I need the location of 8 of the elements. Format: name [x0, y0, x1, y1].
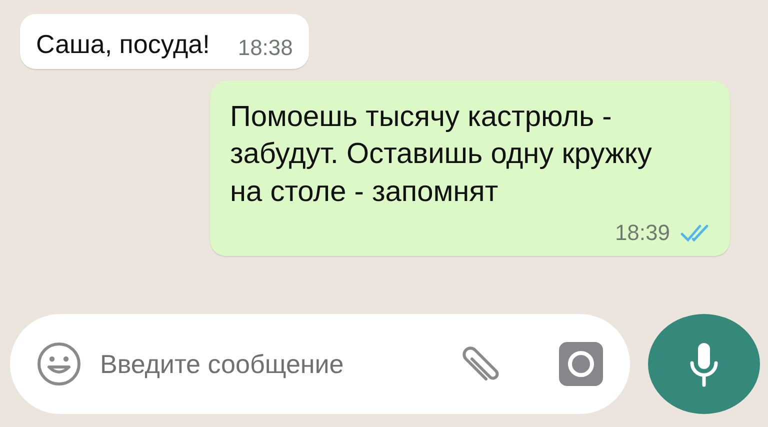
message-text: Помоешь тысячу кастрюль - забудут. Оставишь одну кружку на столе - запомнят — [230, 100, 653, 210]
microphone-icon — [688, 341, 720, 387]
message-time: 18:39 — [614, 220, 670, 246]
emoji-icon[interactable] — [36, 341, 82, 387]
camera-icon[interactable] — [558, 341, 604, 387]
message-input-field[interactable]: Введите сообщение — [98, 348, 440, 380]
message-time: 18:38 — [238, 34, 293, 60]
message-text: Саша, посуда! — [36, 28, 210, 60]
